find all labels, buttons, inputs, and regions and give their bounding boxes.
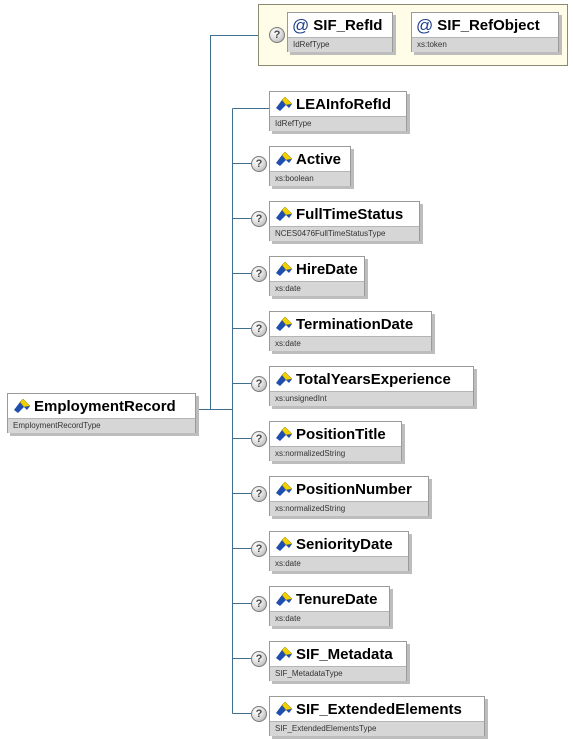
element-type: SIF_ExtendedElementsType bbox=[270, 721, 484, 736]
element-name: PositionTitle bbox=[296, 425, 386, 443]
element-active[interactable]: Active xs:boolean bbox=[269, 146, 351, 186]
element-type: xs:normalizedString bbox=[270, 501, 428, 516]
element-type: xs:date bbox=[270, 556, 408, 571]
help-icon[interactable]: ? bbox=[251, 541, 267, 557]
attribute-group: ? @ SIF_RefId IdRefType @ SIF_RefObject xs… bbox=[258, 4, 568, 66]
element-fulltimestatus[interactable]: FullTimeStatus NCES0476FullTimeStatusTyp… bbox=[269, 201, 420, 241]
element-icon bbox=[274, 592, 293, 606]
element-name: TotalYearsExperience bbox=[296, 370, 451, 388]
root-element-employmentrecord[interactable]: EmploymentRecord EmploymentRecordType bbox=[7, 393, 196, 433]
element-name: TenureDate bbox=[296, 590, 378, 608]
element-type: xs:date bbox=[270, 281, 364, 296]
element-icon bbox=[274, 152, 293, 166]
element-senioritydate[interactable]: SeniorityDate xs:date bbox=[269, 531, 409, 571]
element-icon bbox=[274, 372, 293, 386]
element-type: xs:unsignedInt bbox=[270, 391, 473, 406]
element-type: SIF_MetadataType bbox=[270, 666, 406, 681]
element-icon bbox=[274, 207, 293, 221]
element-name: SIF_ExtendedElements bbox=[296, 700, 462, 718]
element-name: SeniorityDate bbox=[296, 535, 393, 553]
attribute-icon: @ bbox=[416, 15, 434, 35]
element-icon bbox=[274, 317, 293, 331]
element-name: LEAInfoRefId bbox=[296, 95, 391, 113]
element-icon bbox=[274, 482, 293, 496]
element-hiredate[interactable]: HireDate xs:date bbox=[269, 256, 365, 296]
element-type: IdRefType bbox=[270, 116, 406, 131]
attribute-type: xs:token bbox=[412, 37, 558, 52]
element-terminationdate[interactable]: TerminationDate xs:date bbox=[269, 311, 432, 351]
element-leainforefid[interactable]: LEAInfoRefId IdRefType bbox=[269, 91, 407, 131]
help-icon[interactable]: ? bbox=[251, 431, 267, 447]
element-type: xs:normalizedString bbox=[270, 446, 401, 461]
element-name: SIF_Metadata bbox=[296, 645, 393, 663]
element-icon bbox=[12, 399, 31, 413]
help-icon[interactable]: ? bbox=[251, 211, 267, 227]
attribute-type: IdRefType bbox=[288, 37, 392, 52]
element-totalyearsexperience[interactable]: TotalYearsExperience xs:unsignedInt bbox=[269, 366, 474, 406]
element-type: EmploymentRecordType bbox=[8, 418, 195, 433]
element-icon bbox=[274, 647, 293, 661]
element-positionnumber[interactable]: PositionNumber xs:normalizedString bbox=[269, 476, 429, 516]
help-icon[interactable]: ? bbox=[251, 651, 267, 667]
help-icon[interactable]: ? bbox=[251, 376, 267, 392]
element-positiontitle[interactable]: PositionTitle xs:normalizedString bbox=[269, 421, 402, 461]
element-icon bbox=[274, 97, 293, 111]
element-type: xs:date bbox=[270, 336, 431, 351]
help-icon[interactable]: ? bbox=[251, 706, 267, 722]
element-name: HireDate bbox=[296, 260, 358, 278]
element-name: TerminationDate bbox=[296, 315, 414, 333]
help-icon[interactable]: ? bbox=[251, 156, 267, 172]
element-type: xs:boolean bbox=[270, 171, 350, 186]
element-sif-metadata[interactable]: SIF_Metadata SIF_MetadataType bbox=[269, 641, 407, 681]
attribute-name: SIF_RefObject bbox=[437, 16, 540, 34]
element-name: EmploymentRecord bbox=[34, 397, 176, 415]
element-type: xs:date bbox=[270, 611, 389, 626]
element-icon bbox=[274, 537, 293, 551]
attribute-sif-refid[interactable]: @ SIF_RefId IdRefType bbox=[287, 12, 393, 52]
element-icon bbox=[274, 262, 293, 276]
help-icon[interactable]: ? bbox=[251, 266, 267, 282]
help-icon[interactable]: ? bbox=[251, 321, 267, 337]
attribute-sif-refobject[interactable]: @ SIF_RefObject xs:token bbox=[411, 12, 559, 52]
element-icon bbox=[274, 427, 293, 441]
element-tenuredate[interactable]: TenureDate xs:date bbox=[269, 586, 390, 626]
help-icon[interactable]: ? bbox=[251, 596, 267, 612]
element-name: Active bbox=[296, 150, 342, 168]
help-icon[interactable]: ? bbox=[269, 27, 285, 43]
help-icon[interactable]: ? bbox=[251, 486, 267, 502]
element-icon bbox=[274, 702, 293, 716]
element-name: PositionNumber bbox=[296, 480, 412, 498]
element-sif-extendedelements[interactable]: SIF_ExtendedElements SIF_ExtendedElement… bbox=[269, 696, 485, 736]
attribute-icon: @ bbox=[292, 15, 310, 35]
attribute-name: SIF_RefId bbox=[313, 16, 383, 34]
element-name: FullTimeStatus bbox=[296, 205, 404, 223]
element-type: NCES0476FullTimeStatusType bbox=[270, 226, 419, 241]
